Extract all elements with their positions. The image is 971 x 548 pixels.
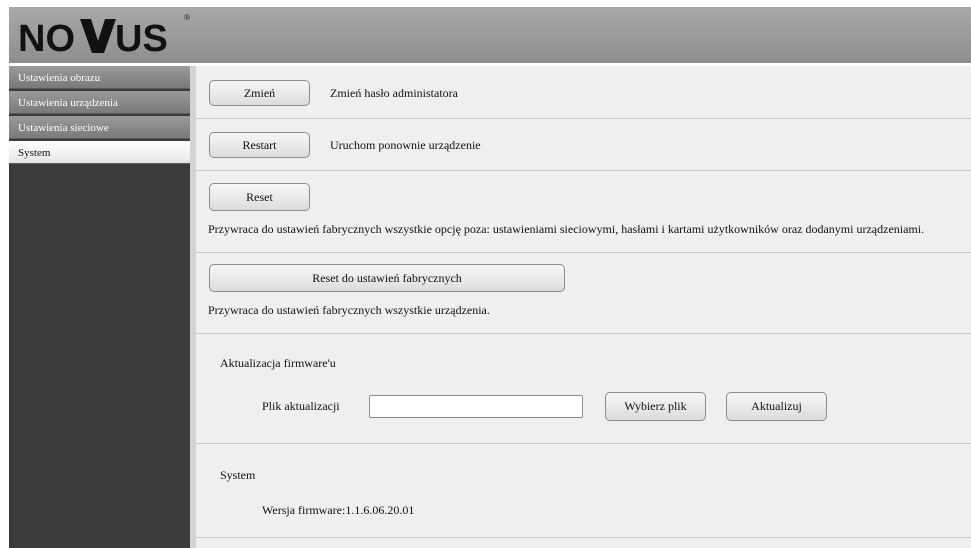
system-info-section: System Wersja firmware:1.1.6.06.20.01: [196, 444, 971, 538]
svg-text:US: US: [115, 18, 168, 57]
main-panel: Zmień Zmień hasło administatora Restart …: [196, 66, 971, 548]
choose-file-button[interactable]: Wybierz plik: [605, 392, 706, 421]
novus-logo-icon: NO US: [18, 18, 168, 60]
header: NO US ®: [9, 7, 971, 63]
sidebar-item-network-settings[interactable]: Ustawienia sieciowe: [9, 116, 190, 139]
change-password-button[interactable]: Zmień: [209, 80, 310, 106]
change-password-section: Zmień Zmień hasło administatora: [196, 66, 971, 119]
novus-logo: NO US ®: [18, 13, 190, 60]
factory-reset-button[interactable]: Reset do ustawień fabrycznych: [209, 264, 565, 292]
sidebar-item-image-settings[interactable]: Ustawienia obrazu: [9, 66, 190, 89]
firmware-update-section: Aktualizacja firmware'u Plik aktualizacj…: [196, 334, 971, 444]
svg-text:NO: NO: [18, 18, 75, 57]
restart-description: Uruchom ponownie urządzenie: [330, 138, 481, 152]
firmware-version-text: Wersja firmware:1.1.6.06.20.01: [262, 503, 415, 517]
factory-reset-description: Przywraca do ustawień fabrycznych wszyst…: [208, 303, 490, 317]
change-password-description: Zmień hasło administatora: [330, 86, 458, 100]
reset-button[interactable]: Reset: [209, 183, 310, 211]
factory-reset-section: Reset do ustawień fabrycznych Przywraca …: [196, 253, 971, 334]
file-path-input[interactable]: [369, 395, 583, 418]
sidebar: Ustawienia obrazu Ustawienia urządzenia …: [9, 66, 190, 548]
system-title: System: [220, 468, 256, 482]
file-label: Plik aktualizacji: [262, 399, 340, 413]
update-button[interactable]: Aktualizuj: [726, 392, 827, 421]
firmware-update-title: Aktualizacja firmware'u: [220, 356, 336, 370]
reset-section: Reset Przywraca do ustawień fabrycznych …: [196, 171, 971, 253]
restart-section: Restart Uruchom ponownie urządzenie: [196, 119, 971, 171]
sidebar-item-device-settings[interactable]: Ustawienia urządzenia: [9, 91, 190, 114]
reset-description: Przywraca do ustawień fabrycznych wszyst…: [208, 222, 925, 236]
sidebar-item-system[interactable]: System: [9, 141, 190, 164]
restart-button[interactable]: Restart: [209, 132, 310, 158]
registered-mark: ®: [184, 13, 190, 22]
